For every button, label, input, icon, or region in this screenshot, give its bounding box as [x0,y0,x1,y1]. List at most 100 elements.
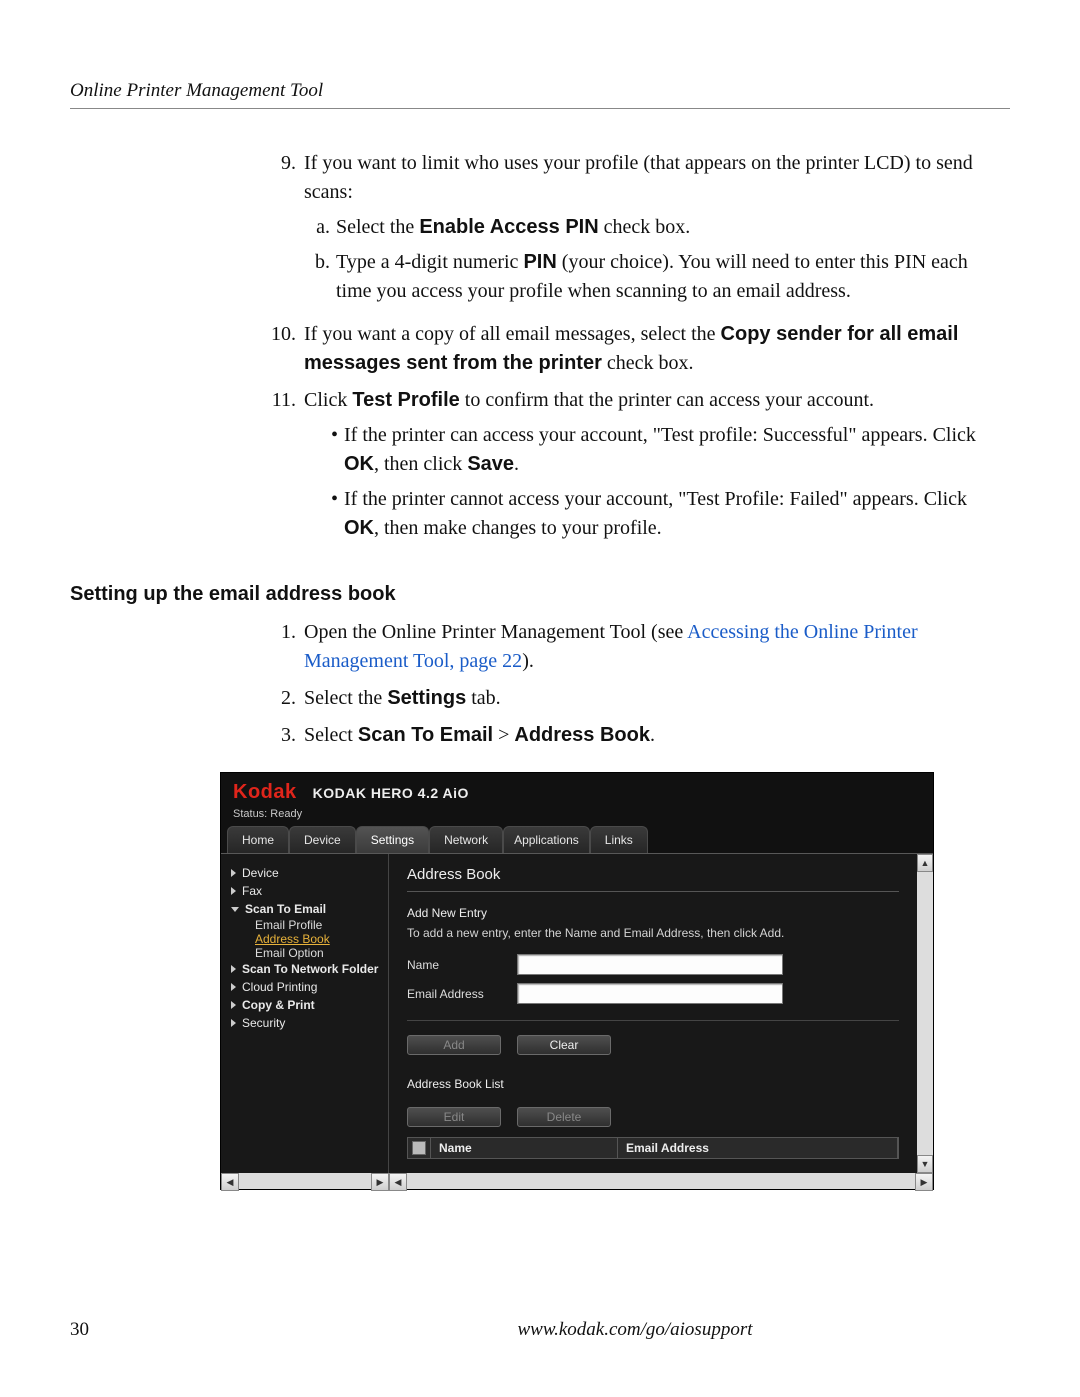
step-9a-text-1: Select the [336,216,419,238]
setup-3-end: . [650,724,655,746]
email-input[interactable] [517,983,783,1004]
setup-1-end: ). [522,650,534,672]
tab-settings[interactable]: Settings [356,826,429,853]
step-11-text-1: Click [304,389,352,411]
edit-button[interactable]: Edit [407,1107,501,1127]
footer-url: www.kodak.com/go/aiosupport [260,1319,1010,1341]
brand-logo: Kodak [233,781,297,804]
step-11-bullet1-ok: OK [344,453,374,475]
table-header: Name Email Address [407,1137,899,1159]
tab-bar: Home Device Settings Network Application… [221,826,933,853]
sidebar-item-scan-to-network[interactable]: Scan To Network Folder [231,960,382,978]
bullet-icon: • [304,485,344,543]
step-10-text-2: check box. [602,352,694,374]
step-9a-text-2: check box. [599,216,691,238]
name-input[interactable] [517,954,783,975]
step-11-bullet1-text: If the printer can access your account, … [344,424,976,446]
step-9a-bold: Enable Access PIN [419,216,598,238]
instruction-block: 9. If you want to limit who uses your pr… [260,149,1000,549]
running-head: Online Printer Management Tool [70,80,1010,109]
checkbox-icon [412,1141,426,1155]
tab-network[interactable]: Network [429,826,503,853]
step-11-text-2: to confirm that the printer can access y… [460,389,874,411]
sidebar-label: Cloud Printing [242,980,317,994]
step-11-bullet1-end: . [514,453,519,475]
setup-2-text-1: Select the [304,687,387,709]
setup-1-number: 1. [260,618,304,676]
sidebar-label: Copy & Print [242,998,315,1012]
step-9b-text-1: Type a 4-digit numeric [336,251,523,273]
step-9-text: If you want to limit who uses your profi… [304,152,973,203]
step-9-number: 9. [260,149,304,312]
status-text: Status: Ready [233,808,921,820]
step-11-bullet2-ok: OK [344,517,374,539]
add-button[interactable]: Add [407,1035,501,1055]
step-11-bold: Test Profile [352,389,459,411]
step-11-bullet2-text: If the printer cannot access your accoun… [344,488,967,510]
sidebar-item-cloud-printing[interactable]: Cloud Printing [231,978,382,996]
scroll-right-icon[interactable]: ▶ [371,1173,389,1191]
triangle-right-icon [231,887,236,895]
add-entry-title: Add New Entry [407,906,899,920]
step-9b-marker: b. [304,248,336,306]
step-9a-marker: a. [304,213,336,242]
scroll-down-icon[interactable]: ▼ [917,1155,933,1173]
select-all-cell[interactable] [408,1138,431,1158]
setup-3-bold-2: Address Book [514,724,650,746]
content-panel: Address Book Add New Entry To add a new … [389,854,917,1173]
setup-2-number: 2. [260,684,304,713]
setup-2-text-2: tab. [466,687,500,709]
sidebar-label: Security [242,1016,285,1030]
sidebar-sub-address-book[interactable]: Address Book [231,932,382,946]
setup-1-text: Open the Online Printer Management Tool … [304,621,687,643]
sidebar-item-scan-to-email[interactable]: Scan To Email [231,900,382,918]
triangle-right-icon [231,1019,236,1027]
tab-links[interactable]: Links [590,826,648,853]
address-book-list-title: Address Book List [407,1077,899,1091]
add-entry-hint: To add a new entry, enter the Name and E… [407,926,899,940]
setup-3-gt: > [493,724,514,746]
setup-steps: 1. Open the Online Printer Management To… [260,618,1000,750]
triangle-right-icon [231,983,236,991]
col-email: Email Address [618,1138,898,1158]
sidebar-label: Device [242,866,279,880]
triangle-right-icon [231,869,236,877]
clear-button[interactable]: Clear [517,1035,611,1055]
sidebar-sub-email-profile[interactable]: Email Profile [231,918,382,932]
scroll-left-icon[interactable]: ◀ [221,1173,239,1191]
col-name: Name [431,1138,618,1158]
delete-button[interactable]: Delete [517,1107,611,1127]
page-footer: 30 www.kodak.com/go/aiosupport [70,1319,1010,1341]
sidebar-item-copy-print[interactable]: Copy & Print [231,996,382,1014]
vertical-scrollbar[interactable]: ▲ ▼ [917,854,933,1173]
bullet-icon: • [304,421,344,479]
tab-applications[interactable]: Applications [503,826,590,853]
sidebar-item-security[interactable]: Security [231,1014,382,1032]
sidebar-label: Scan To Email [245,902,326,916]
section-title: Setting up the email address book [70,583,1010,606]
triangle-down-icon [231,907,239,912]
step-11-bullet1-save: Save [467,453,514,475]
scroll-left-icon[interactable]: ◀ [389,1173,407,1191]
tab-home[interactable]: Home [227,826,289,853]
app-header: Kodak KODAK HERO 4.2 AiO Status: Ready [221,773,933,826]
step-10-number: 10. [260,320,304,378]
sidebar-sub-email-option[interactable]: Email Option [231,946,382,960]
document-page: Online Printer Management Tool 9. If you… [0,0,1080,1397]
scroll-up-icon[interactable]: ▲ [917,854,933,872]
setup-3-number: 3. [260,721,304,750]
step-10-text-1: If you want a copy of all email messages… [304,323,721,345]
scroll-right-icon[interactable]: ▶ [915,1173,933,1191]
sidebar-item-fax[interactable]: Fax [231,882,382,900]
step-11-number: 11. [260,386,304,549]
model-name: KODAK HERO 4.2 AiO [313,785,469,801]
page-number: 30 [70,1319,260,1341]
setup-3-text-1: Select [304,724,358,746]
tab-device[interactable]: Device [289,826,356,853]
sidebar-label: Fax [242,884,262,898]
label-name: Name [407,958,517,972]
sidebar-item-device[interactable]: Device [231,864,382,882]
horizontal-scrollbar-left[interactable]: ◀ ▶ ◀ ▶ [221,1173,933,1189]
content-title: Address Book [407,864,899,892]
triangle-right-icon [231,965,236,973]
